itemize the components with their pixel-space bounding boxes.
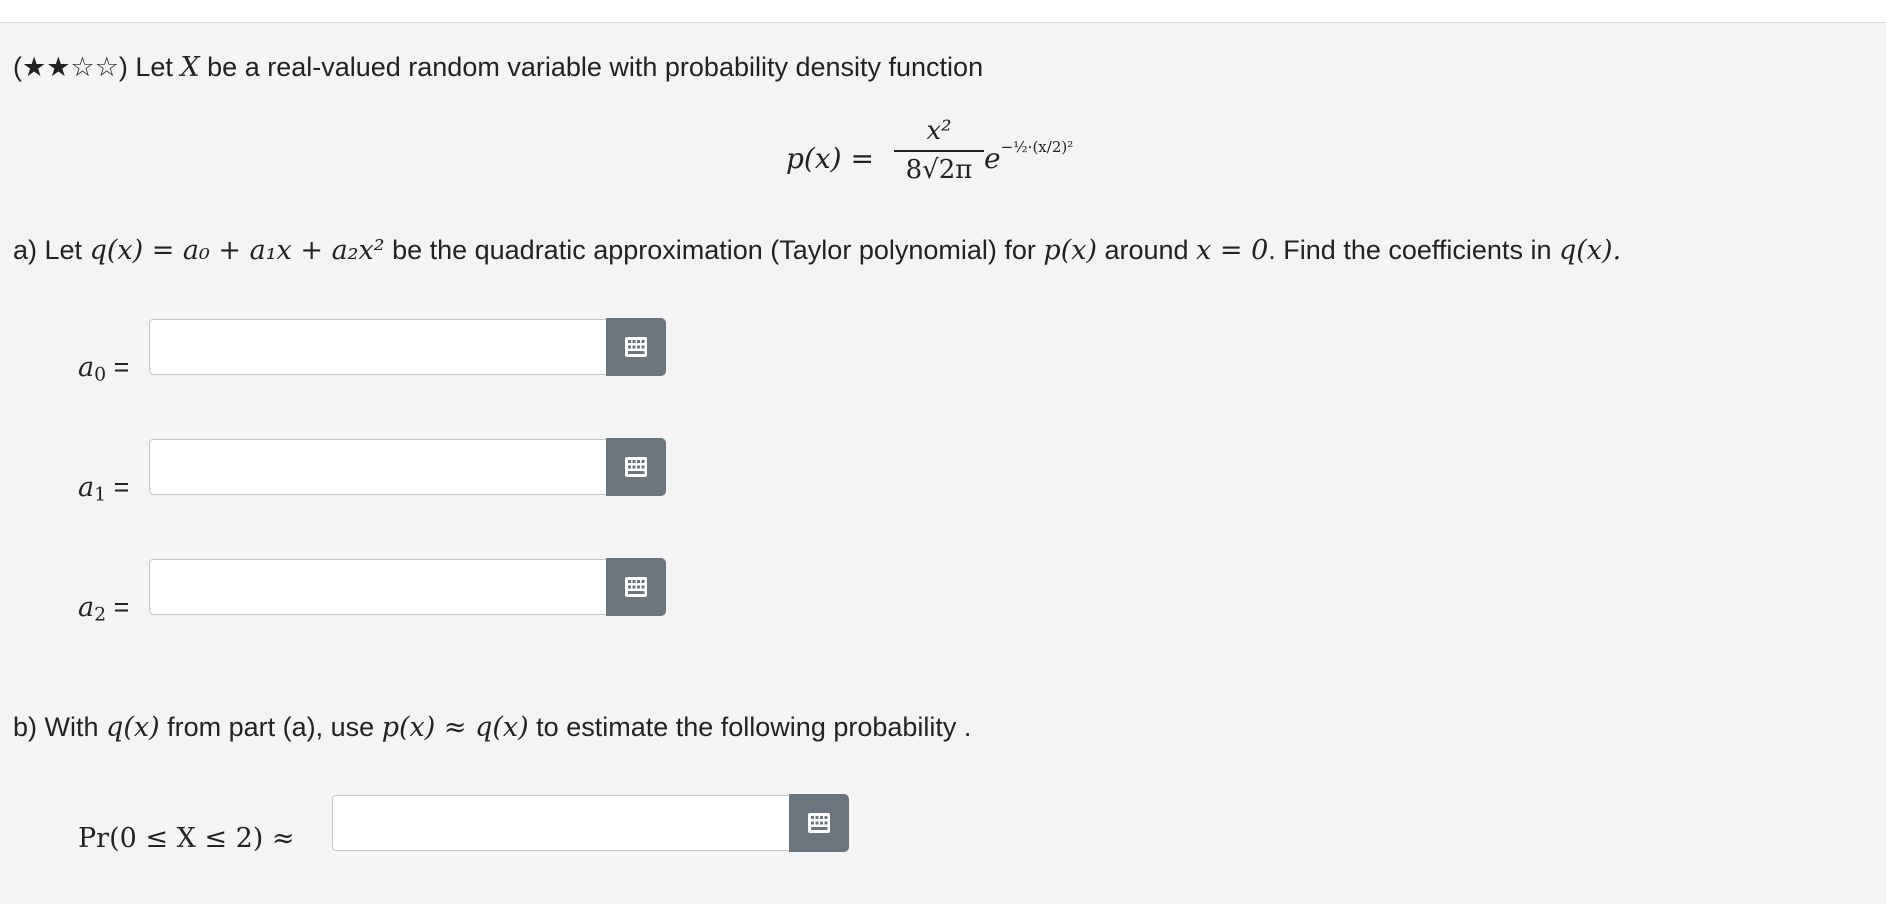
part-a-suffix: . Find the coefficients in (1268, 235, 1552, 265)
formula-numerator: x² (926, 116, 952, 146)
a0-label: a0 = (78, 352, 129, 386)
probability-label-text: Pr(0 ≤ X ≤ 2) ≈ (78, 823, 295, 854)
keypad-grid-icon (625, 337, 647, 357)
probability-input[interactable] (333, 796, 789, 850)
probability-label: Pr(0 ≤ X ≤ 2) ≈ (78, 823, 295, 854)
part-b-suffix: to estimate the following probability . (536, 712, 972, 742)
a2-keypad-button[interactable] (606, 558, 666, 616)
part-a-point: x = 0 (1196, 235, 1269, 266)
a0-field[interactable] (149, 319, 607, 375)
probability-field[interactable] (332, 795, 790, 851)
part-a-q-end: q(x). (1558, 235, 1622, 266)
difficulty-open-paren: ( (13, 52, 22, 82)
part-a-middle: be the quadratic approximation (Taylor p… (392, 235, 1036, 265)
keypad-grid-icon (625, 457, 647, 477)
formula-fraction: x² 8√2π (894, 116, 984, 185)
intro-text-2: be a real-valued random variable with pr… (207, 52, 984, 82)
random-variable: X (180, 52, 200, 83)
a1-field[interactable] (149, 439, 607, 495)
a2-field[interactable] (149, 559, 607, 615)
formula-exponent: −½·(x/2)² (1000, 138, 1074, 156)
question-intro: (★★☆☆) Let X be a real-valued random var… (13, 52, 983, 83)
a1-label-var: a (78, 472, 95, 503)
difficulty-close-paren: ) (118, 52, 128, 82)
part-b-text: b) With q(x) from part (a), use p(x) ≈ q… (13, 712, 971, 743)
top-bar (0, 0, 1886, 23)
a2-label-var: a (78, 592, 95, 623)
a2-input[interactable] (150, 560, 606, 614)
a1-input[interactable] (150, 440, 606, 494)
a0-label-sub: 0 (94, 363, 107, 386)
part-a-text: a) Let q(x) = a₀ + a₁x + a₂x² be the qua… (13, 235, 1621, 266)
fraction-bar (894, 150, 984, 152)
part-b-prefix: b) With (13, 712, 99, 742)
part-a-p-expr: p(x) (1043, 235, 1097, 266)
formula-exp-base: e (984, 142, 1001, 175)
a0-label-var: a (78, 352, 95, 383)
a0-input[interactable] (150, 320, 606, 374)
keypad-grid-icon (625, 577, 647, 597)
part-b-middle: from part (a), use (167, 712, 375, 742)
a1-keypad-button[interactable] (606, 438, 666, 496)
part-a-q-expr: q(x) = a₀ + a₁x + a₂x² (89, 235, 385, 266)
intro-text-1: Let (135, 52, 173, 82)
probability-keypad-button[interactable] (789, 794, 849, 852)
a2-label-sub: 2 (94, 603, 107, 626)
keypad-grid-icon (808, 813, 830, 833)
a0-keypad-button[interactable] (606, 318, 666, 376)
difficulty-stars: ★★☆☆ (22, 52, 119, 82)
part-a-around: around (1104, 235, 1189, 265)
a2-label-eq: = (113, 592, 130, 622)
a1-label: a1 = (78, 472, 129, 506)
part-b-q-expr: q(x) (106, 712, 160, 743)
a1-label-sub: 1 (94, 483, 107, 506)
formula-lhs: p(x) = (786, 142, 874, 175)
a1-label-eq: = (113, 472, 130, 502)
formula-denominator: 8√2π (905, 155, 973, 185)
part-b-approx: p(x) ≈ q(x) (381, 712, 529, 743)
a2-label: a2 = (78, 592, 129, 626)
a0-label-eq: = (113, 352, 130, 382)
part-a-prefix: a) Let (13, 235, 83, 265)
formula-exponential: e−½·(x/2)² (984, 138, 1073, 175)
